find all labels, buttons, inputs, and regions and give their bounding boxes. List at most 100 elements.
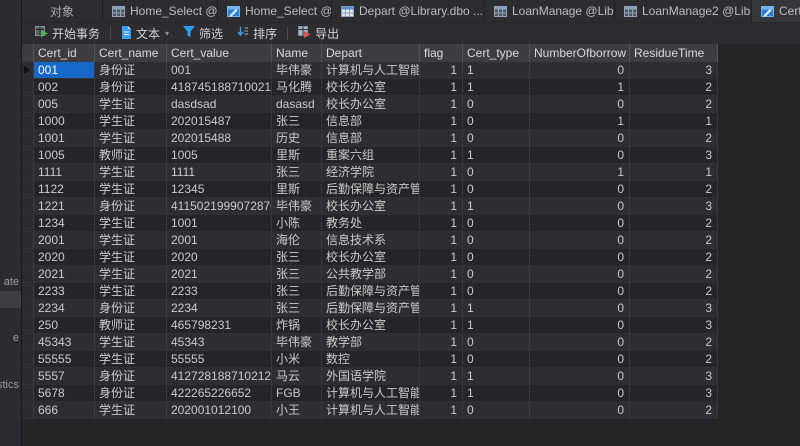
grid-cell[interactable]: 1	[463, 385, 530, 401]
grid-cell[interactable]: 0	[463, 96, 530, 112]
grid-cell[interactable]: 2020	[34, 249, 95, 265]
grid-cell[interactable]: 1122	[34, 181, 95, 197]
grid-cell[interactable]: 1	[420, 317, 463, 333]
grid-cell[interactable]: 身份证	[95, 385, 167, 401]
grid-cell[interactable]: 学生证	[95, 113, 167, 129]
grid-cell[interactable]: 校长办公室	[322, 317, 420, 333]
grid-cell[interactable]: 001	[167, 62, 272, 78]
grid-cell[interactable]: 202015487	[167, 113, 272, 129]
grid-cell[interactable]: 毕伟豪	[272, 198, 322, 214]
grid-cell[interactable]: 1	[463, 147, 530, 163]
tab-home_select-librar-[interactable]: Home_Select @Librar...	[218, 0, 332, 22]
grid-cell[interactable]: 张三	[272, 113, 322, 129]
row-selector[interactable]	[22, 249, 34, 265]
grid-cell[interactable]: 毕伟豪	[272, 334, 322, 350]
row-selector[interactable]	[22, 317, 34, 333]
grid-cell[interactable]: 0	[530, 130, 630, 146]
grid-cell[interactable]: 后勤保障与资产管理处	[322, 300, 420, 316]
grid-cell[interactable]: 666	[34, 402, 95, 418]
grid-cell[interactable]: 2021	[167, 266, 272, 282]
grid-cell[interactable]: 身份证	[95, 62, 167, 78]
grid-cell[interactable]: 小王	[272, 402, 322, 418]
grid-cell[interactable]: 001	[34, 62, 95, 78]
grid-cell[interactable]: 2	[630, 96, 718, 112]
grid-cell[interactable]: 0	[463, 164, 530, 180]
grid-cell[interactable]: 0	[530, 181, 630, 197]
grid-cell[interactable]: 1	[463, 198, 530, 214]
row-selector[interactable]	[22, 351, 34, 367]
grid-cell[interactable]: 身份证	[95, 198, 167, 214]
grid-cell[interactable]: 3	[630, 317, 718, 333]
grid-cell[interactable]: 学生证	[95, 130, 167, 146]
grid-cell[interactable]: 0	[463, 283, 530, 299]
grid-cell[interactable]: 信息部	[322, 130, 420, 146]
grid-cell[interactable]: 校长办公室	[322, 79, 420, 95]
row-selector[interactable]	[22, 79, 34, 95]
grid-cell[interactable]: 0	[463, 130, 530, 146]
grid-cell[interactable]: 0	[463, 402, 530, 418]
grid-cell[interactable]: 005	[34, 96, 95, 112]
grid-cell[interactable]: 1000	[34, 113, 95, 129]
grid-cell[interactable]: 0	[530, 232, 630, 248]
grid-cell[interactable]: 张三	[272, 266, 322, 282]
grid-cell[interactable]: 2	[630, 232, 718, 248]
grid-cell[interactable]: 1	[420, 334, 463, 350]
row-selector[interactable]	[22, 113, 34, 129]
grid-cell[interactable]: 1001	[34, 130, 95, 146]
grid-cell[interactable]: 后勤保障与资产管理处	[322, 283, 420, 299]
row-selector[interactable]	[22, 283, 34, 299]
grid-cell[interactable]: 1	[420, 164, 463, 180]
grid-cell[interactable]: 0	[530, 266, 630, 282]
grid-cell[interactable]: 教务处	[322, 215, 420, 231]
grid-cell[interactable]: 1001	[167, 215, 272, 231]
row-selector[interactable]	[22, 300, 34, 316]
grid-cell[interactable]: 250	[34, 317, 95, 333]
grid-cell[interactable]: 1	[420, 130, 463, 146]
grid-cell[interactable]: 马化腾	[272, 79, 322, 95]
row-selector[interactable]	[22, 334, 34, 350]
grid-cell[interactable]: 0	[530, 351, 630, 367]
grid-cell[interactable]: 3	[630, 300, 718, 316]
grid-cell[interactable]: 1005	[34, 147, 95, 163]
grid-cell[interactable]: 信息技术系	[322, 232, 420, 248]
tab-certm[interactable]: CertM	[752, 0, 800, 22]
grid-cell[interactable]: 3	[630, 368, 718, 384]
grid-cell[interactable]: 41272818871021211	[167, 368, 272, 384]
row-selector[interactable]	[22, 181, 34, 197]
grid-cell[interactable]: 重案六组	[322, 147, 420, 163]
grid-cell[interactable]: 3	[630, 62, 718, 78]
grid-cell[interactable]: 3	[630, 385, 718, 401]
grid-cell[interactable]: 465798231	[167, 317, 272, 333]
grid-cell[interactable]: 55555	[167, 351, 272, 367]
grid-cell[interactable]: 1	[420, 402, 463, 418]
grid-cell[interactable]: 公共教学部	[322, 266, 420, 282]
column-header-cert_value[interactable]: Cert_value	[167, 44, 272, 62]
column-header-residuetime[interactable]: ResidueTime	[630, 44, 718, 62]
grid-cell[interactable]: 计算机与人工智能学院	[322, 385, 420, 401]
grid-cell[interactable]: 教师证	[95, 317, 167, 333]
grid-cell[interactable]: 校长办公室	[322, 198, 420, 214]
grid-cell[interactable]: 2233	[34, 283, 95, 299]
grid-cell[interactable]: 马云	[272, 368, 322, 384]
sidebar-item-clipped-label[interactable]: stics	[0, 379, 19, 391]
grid-cell[interactable]: 2233	[167, 283, 272, 299]
tab-loanmanage-librar-[interactable]: LoanManage @Librar...	[485, 0, 615, 22]
row-selector[interactable]	[22, 385, 34, 401]
grid-cell[interactable]: dasasd	[272, 96, 322, 112]
grid-cell[interactable]: 小陈	[272, 215, 322, 231]
grid-cell[interactable]: 1221	[34, 198, 95, 214]
grid-cell[interactable]: 教学部	[322, 334, 420, 350]
grid-cell[interactable]: 1	[463, 79, 530, 95]
grid-cell[interactable]: 1	[530, 164, 630, 180]
grid-cell[interactable]: 学生证	[95, 215, 167, 231]
grid-cell[interactable]: 1234	[34, 215, 95, 231]
grid-cell[interactable]: 0	[463, 232, 530, 248]
tab-loanmanage2-libra-[interactable]: LoanManage2 @Libra...	[615, 0, 752, 22]
grid-cell[interactable]: 2001	[34, 232, 95, 248]
grid-cell[interactable]: 0	[463, 249, 530, 265]
grid-cell[interactable]: 5557	[34, 368, 95, 384]
grid-cell[interactable]: 外国语学院	[322, 368, 420, 384]
grid-cell[interactable]: 1	[420, 62, 463, 78]
row-selector[interactable]	[22, 198, 34, 214]
grid-cell[interactable]: 教师证	[95, 147, 167, 163]
